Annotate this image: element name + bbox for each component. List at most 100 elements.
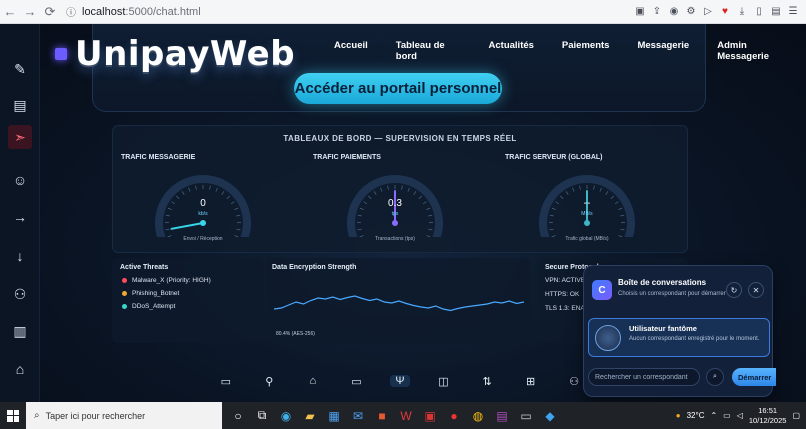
temperature[interactable]: 32°C xyxy=(687,411,705,420)
users-icon[interactable]: ☺ xyxy=(8,168,32,192)
contact-card[interactable]: Utilisateur fantôme Aucun correspondant … xyxy=(588,318,770,357)
windows-start-icon[interactable] xyxy=(0,402,26,429)
bottom-dock: ▭ ⚲ ⌂ ▭ Ψ ◫ ⇅ ⊞ ⚇ xyxy=(204,367,596,395)
user-icon[interactable]: ⚲ xyxy=(259,375,279,388)
taskbar-search-placeholder: Taper ici pour rechercher xyxy=(45,410,146,421)
pdf-icon[interactable]: ▣ xyxy=(418,402,442,429)
contact-name: Utilisateur fantôme xyxy=(629,324,697,333)
terminal-icon[interactable]: ▭ xyxy=(514,402,538,429)
gauge-tick xyxy=(579,185,581,190)
arrow-right-icon[interactable]: → xyxy=(8,205,32,229)
nav-messagerie[interactable]: Messagerie xyxy=(623,40,703,62)
network-icon[interactable]: ▭ xyxy=(723,411,731,420)
fork-icon[interactable]: Ψ xyxy=(389,375,410,387)
nav-admin-messagerie[interactable]: Admin Messagerie xyxy=(703,40,806,62)
gauge-tick xyxy=(599,187,602,192)
gauge-tick xyxy=(407,187,410,192)
inbox-icon[interactable]: ▭ xyxy=(216,375,236,388)
gauge-unit: kb/s xyxy=(198,211,208,217)
store-icon[interactable]: ▦ xyxy=(322,402,346,429)
gauge-tick xyxy=(380,187,383,192)
nav-accueil[interactable]: Accueil xyxy=(320,40,382,62)
wallet-icon[interactable]: ▤ xyxy=(769,5,783,19)
weather-icon[interactable]: ● xyxy=(676,411,681,420)
close-icon[interactable]: ✕ xyxy=(748,282,764,298)
people-icon[interactable]: ⚇ xyxy=(564,375,584,388)
address-bar[interactable]: ⓘ localhost:5000/chat.html xyxy=(66,4,566,20)
url-text[interactable]: localhost:5000/chat.html xyxy=(82,6,201,18)
taskbar-search[interactable]: ⌕ Taper ici pour rechercher xyxy=(26,402,222,429)
nav-paiements[interactable]: Paiements xyxy=(548,40,624,62)
threat-item: DDoS_Attempt xyxy=(122,303,175,310)
volume-icon[interactable]: ◁ xyxy=(737,411,743,420)
search-icon[interactable]: ⌕ xyxy=(706,368,724,386)
extension-icon[interactable]: ▣ xyxy=(633,5,647,19)
graduation-icon[interactable]: ⌂ xyxy=(303,375,323,387)
contact-search-input[interactable] xyxy=(588,368,700,386)
chrome-icon[interactable]: ◍ xyxy=(466,402,490,429)
contact-description: Aucun correspondant enregistré pour le m… xyxy=(629,336,760,342)
gauge-tick xyxy=(195,185,197,190)
file-explorer-icon[interactable]: ▰ xyxy=(298,402,322,429)
gauge-hub xyxy=(584,220,590,226)
portal-button[interactable]: Accéder au portail personnel xyxy=(294,73,502,104)
nav-tableau-de-bord[interactable]: Tableau de bord xyxy=(382,40,475,62)
download-icon[interactable]: ⤓ xyxy=(735,5,749,19)
refresh-icon[interactable]: ↻ xyxy=(726,282,742,298)
opera-icon[interactable]: ● xyxy=(442,402,466,429)
grid-icon[interactable]: ⊞ xyxy=(521,375,541,388)
arrow-down-icon[interactable]: ↓ xyxy=(8,244,32,268)
bank-icon[interactable]: ⌂ xyxy=(8,357,32,381)
system-tray: ● 32°C ⌃ ▭ ◁ 16:51 10/12/2025 ▢ xyxy=(676,406,806,426)
winrar-icon[interactable]: ▤ xyxy=(490,402,514,429)
add-user-icon[interactable]: ⚇ xyxy=(8,282,32,306)
tray-expand-icon[interactable]: ⌃ xyxy=(710,411,717,420)
camera-icon[interactable]: ◉ xyxy=(667,5,681,19)
send-icon[interactable]: ➣ xyxy=(8,125,32,149)
chat-subtitle: Choisis un correspondant pour démarrer xyxy=(618,291,726,297)
browser-sidebar: ✎ ▤ ➣ ☺ → ↓ ⚇ ▥ ⌂ xyxy=(0,24,40,402)
encryption-panel: Data Encryption Strength 80.4% (AES-256) xyxy=(266,258,530,343)
columns-icon[interactable]: ◫ xyxy=(434,375,454,388)
start-button[interactable]: Démarrer xyxy=(732,368,776,386)
gauge-tick xyxy=(357,228,362,231)
sidebar-icon[interactable]: ▯ xyxy=(752,5,766,19)
heart-icon[interactable]: ♥ xyxy=(718,5,732,19)
exchange-icon[interactable]: ⇅ xyxy=(477,375,497,388)
card-icon[interactable]: ▭ xyxy=(346,375,366,388)
wps-icon[interactable]: W xyxy=(394,402,418,429)
search-icon: ⌕ xyxy=(34,410,40,421)
logo[interactable]: UnipayWeb xyxy=(55,34,295,74)
nav-actualites[interactable]: Actualités xyxy=(475,40,548,62)
library-icon[interactable]: ▥ xyxy=(8,319,32,343)
threat-dot xyxy=(122,304,127,309)
forward-icon[interactable]: → xyxy=(20,2,40,22)
threat-dot xyxy=(122,291,127,296)
settings-icon[interactable]: ⚙ xyxy=(684,5,698,19)
gauge-caption: Trafic global (MB/s) xyxy=(565,236,609,242)
menu-icon[interactable]: ☰ xyxy=(786,5,800,19)
encryption-line xyxy=(274,295,524,312)
vscode-icon[interactable]: ◆ xyxy=(538,402,562,429)
edit-icon[interactable]: ✎ xyxy=(8,57,32,81)
cortana-icon[interactable]: ○ xyxy=(226,402,250,429)
gauge-needle xyxy=(170,222,204,230)
clock[interactable]: 16:51 10/12/2025 xyxy=(749,406,787,426)
gauge-tick xyxy=(572,187,575,192)
reload-icon[interactable]: ⟳ xyxy=(40,2,60,22)
task-view-icon[interactable]: ⧉ xyxy=(250,402,274,429)
notes-icon[interactable]: ▤ xyxy=(8,93,32,117)
gauge-title: TRAFIC PAIEMENTS xyxy=(313,154,381,161)
edge-icon[interactable]: ◉ xyxy=(274,402,298,429)
gauge-tick xyxy=(593,185,595,190)
gauge-card-paiements: TRAFIC PAIEMENTS 0.3 tps Transactions (t… xyxy=(305,153,485,253)
mail-icon[interactable]: ✉ xyxy=(346,402,370,429)
back-icon[interactable]: ← xyxy=(0,2,20,22)
share-icon[interactable]: ⇪ xyxy=(650,5,664,19)
notifications-icon[interactable]: ▢ xyxy=(792,411,800,420)
office-icon[interactable]: ■ xyxy=(370,402,394,429)
gauge-value: 0 xyxy=(200,198,206,209)
site-info-icon[interactable]: ⓘ xyxy=(66,4,76,19)
play-icon[interactable]: ▷ xyxy=(701,5,715,19)
contact-avatar xyxy=(595,325,621,351)
